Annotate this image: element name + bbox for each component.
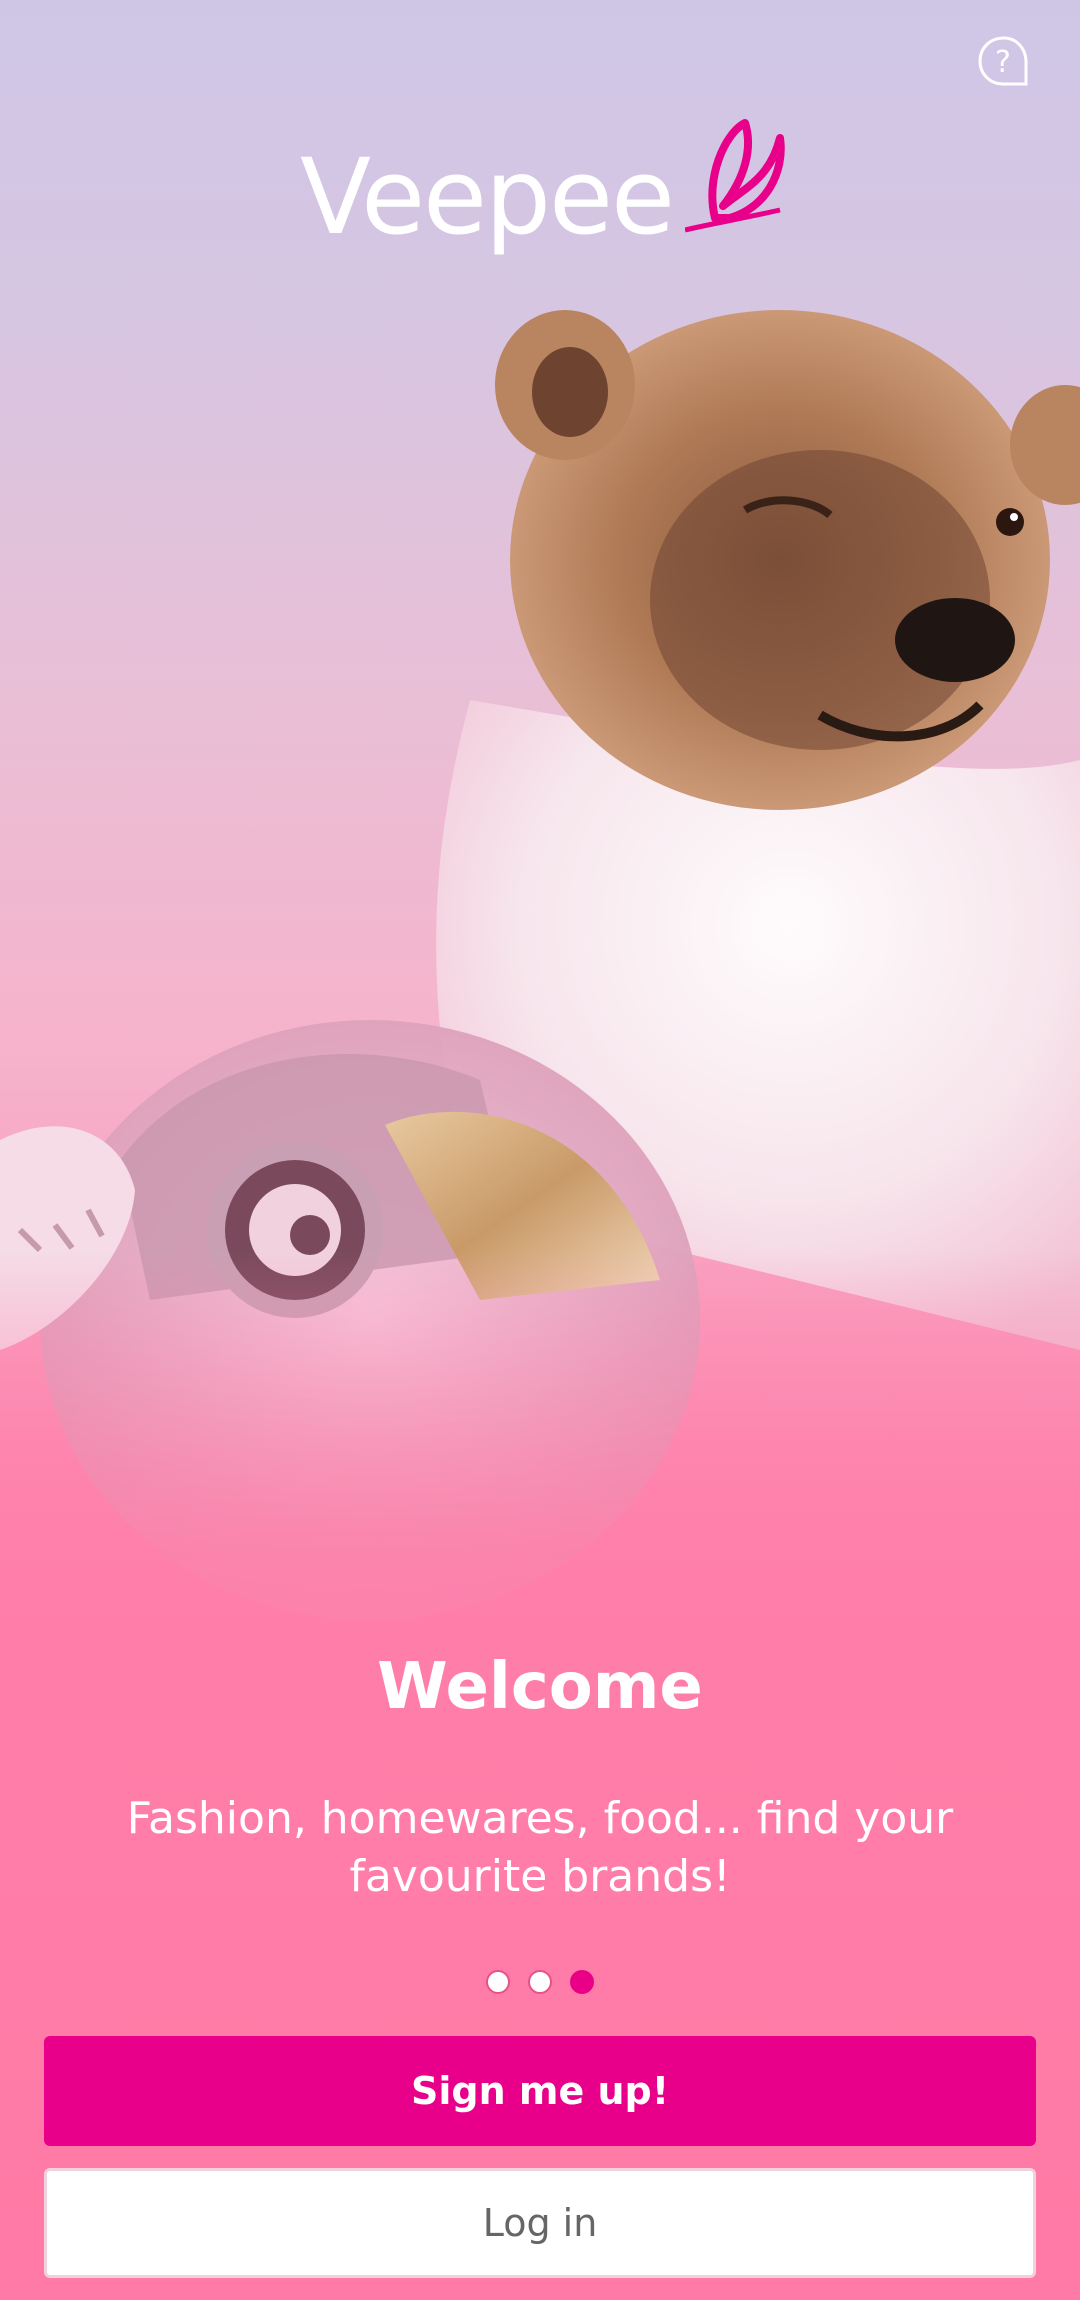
welcome-subtitle: Fashion, homewares, food... find your fa… (126, 1793, 954, 1902)
logo-wordmark: Veepee (300, 136, 675, 258)
page-dot-1[interactable] (486, 1970, 510, 1994)
log-in-button[interactable]: Log in (44, 2168, 1036, 2278)
sign-up-button[interactable]: Sign me up! (44, 2036, 1036, 2146)
page-dot-2[interactable] (528, 1970, 552, 1994)
page-indicator (0, 1970, 1080, 1994)
help-glyph: ? (995, 45, 1011, 80)
help-question-icon: ? (978, 36, 1028, 86)
butterfly-logo-icon (685, 119, 785, 233)
onboarding-screen: ? Veepee Welcome Fashion, homewares, foo… (0, 0, 1080, 2300)
help-button[interactable]: ? (976, 34, 1032, 90)
welcome-title: Welcome (377, 1650, 703, 1724)
veepee-logo: Veepee (300, 118, 785, 268)
page-dot-3-active[interactable] (570, 1970, 594, 1994)
